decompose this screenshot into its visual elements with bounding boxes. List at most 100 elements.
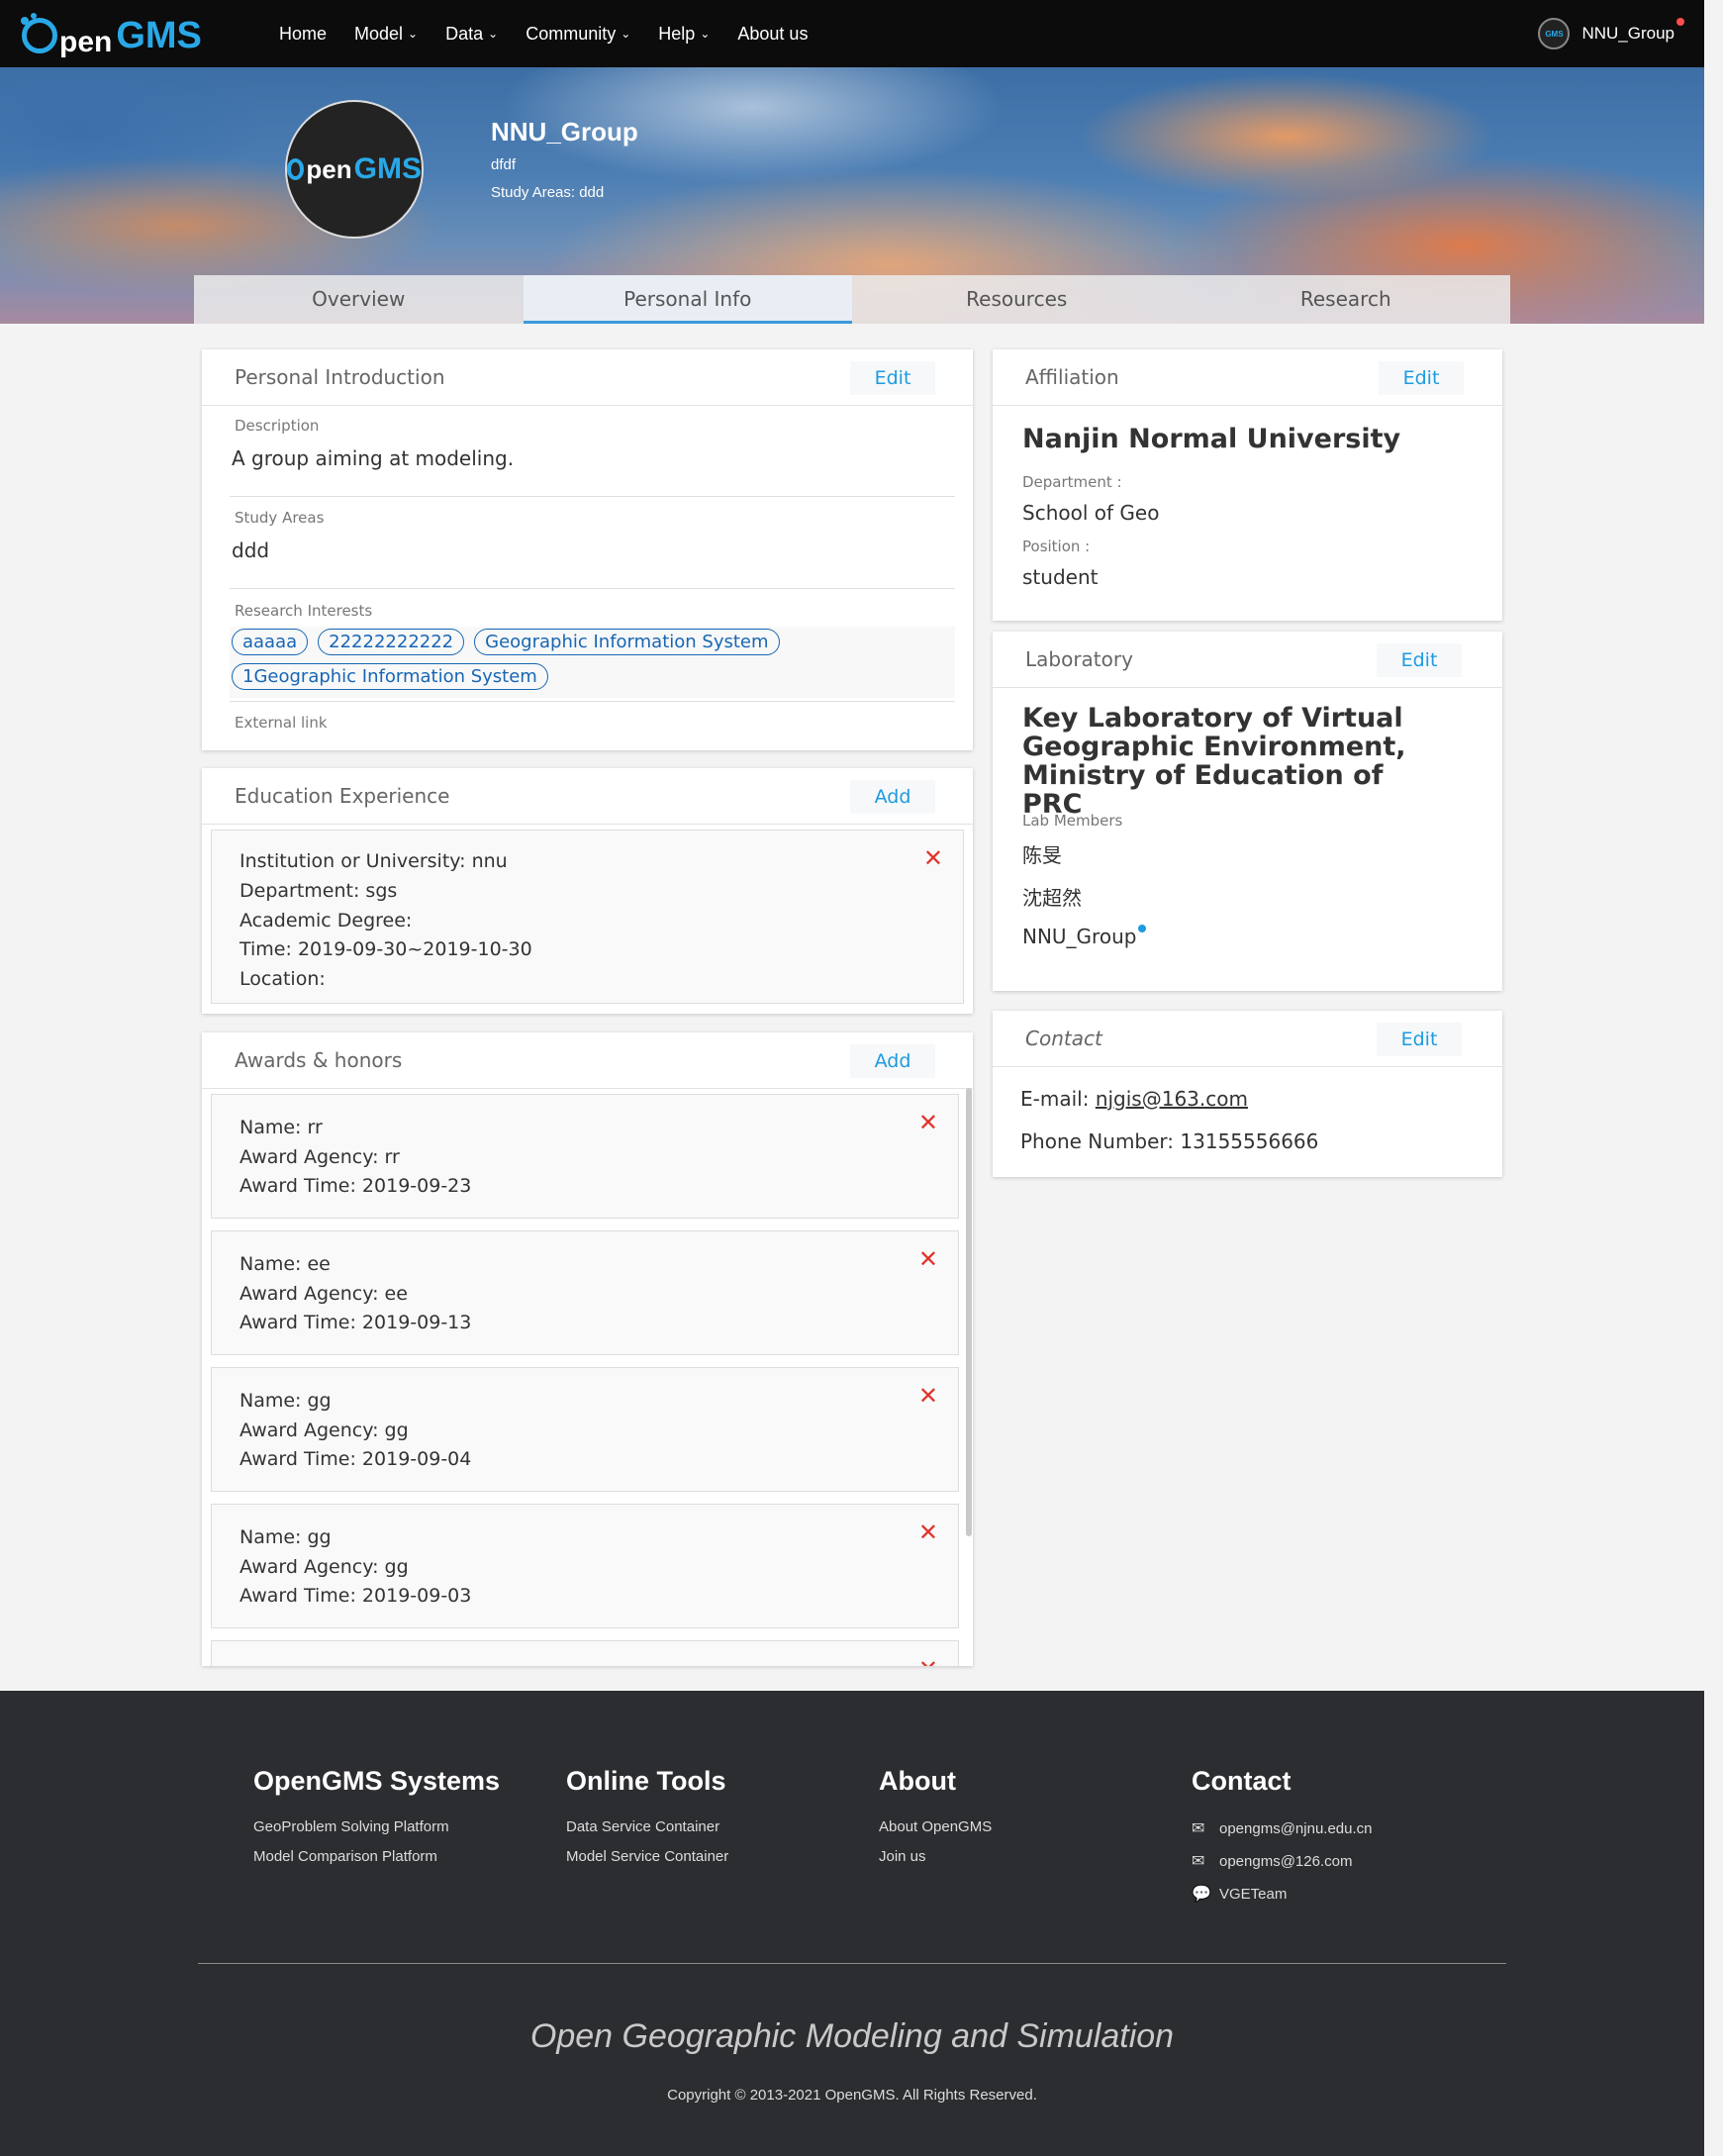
nav-username[interactable]: NNU_Group (1581, 18, 1684, 44)
nav-home-label: Home (279, 23, 328, 44)
add-education-button[interactable]: Add (850, 780, 935, 814)
nav-data[interactable]: Data ⌄ (445, 24, 498, 45)
footer-contact-item[interactable]: 💬 VGETeam (1192, 1884, 1373, 1904)
interest-tag[interactable]: Geographic Information System (474, 629, 780, 655)
interest-tag[interactable]: aaaaa (232, 629, 309, 655)
nav-about-us[interactable]: About us (737, 24, 808, 45)
tab-resources[interactable]: Resources (852, 275, 1182, 324)
award-agency: Award Agency: rr (239, 1146, 400, 1168)
edit-contact-button[interactable]: Edit (1377, 1023, 1462, 1056)
logo-pen-text: pen (59, 26, 113, 58)
external-link-label: External link (235, 714, 328, 732)
card-title: Contact (1025, 1027, 1102, 1050)
card-header: Awards & honors Add (202, 1032, 973, 1089)
email-link[interactable]: njgis@163.com (1096, 1087, 1248, 1111)
award-entry: ✕ Name: rr Award Agency: rr Award Time: … (211, 1094, 959, 1219)
department-text: Department: sgs (239, 880, 398, 902)
interest-tag[interactable]: 1Geographic Information System (232, 663, 548, 690)
card-title: Affiliation (1025, 365, 1119, 389)
card-title: Education Experience (235, 784, 450, 808)
lab-member-current[interactable]: NNU_Group (1022, 925, 1147, 948)
footer-link[interactable]: Model Comparison Platform (253, 1848, 500, 1865)
footer-link[interactable]: GeoProblem Solving Platform (253, 1818, 500, 1835)
degree-text: Academic Degree: (239, 910, 413, 931)
footer-heading: Contact (1192, 1766, 1292, 1796)
tab-personal-info[interactable]: Personal Info (523, 275, 852, 324)
mail-icon: ✉ (1192, 1820, 1205, 1837)
divider (230, 701, 955, 702)
edit-affiliation-button[interactable]: Edit (1379, 361, 1464, 395)
opengms-logo[interactable]: pen GMS (21, 10, 202, 61)
notification-dot-icon (1676, 18, 1684, 26)
footer-col-systems: OpenGMS Systems GeoProblem Solving Platf… (253, 1766, 500, 1878)
position-value: student (1022, 565, 1099, 589)
footer-contact-item[interactable]: ✉ opengms@njnu.edu.cn (1192, 1818, 1373, 1838)
email-label: E-mail: (1020, 1087, 1096, 1111)
award-name: Name: rr (239, 1117, 323, 1138)
nav-help-label: Help (658, 23, 696, 44)
research-interests-label: Research Interests (235, 602, 373, 620)
username-label: NNU_Group (1581, 24, 1675, 43)
footer-link[interactable]: Data Service Container (566, 1818, 728, 1835)
profile-description: dfdf (491, 156, 517, 173)
footer-link[interactable]: About OpenGMS (879, 1818, 992, 1835)
current-user-dot-icon (1138, 925, 1147, 932)
footer-contact-item[interactable]: ✉ opengms@126.com (1192, 1851, 1373, 1871)
footer-heading: OpenGMS Systems (253, 1766, 501, 1796)
lab-member[interactable]: 沈超然 (1022, 882, 1082, 911)
lab-members-label: Lab Members (1022, 812, 1123, 830)
profile-banner: pen GMS NNU_Group dfdf Study Areas: ddd … (0, 67, 1704, 324)
tab-overview[interactable]: Overview (194, 275, 524, 324)
delete-icon[interactable]: ✕ (923, 846, 943, 870)
department-value: School of Geo (1022, 501, 1160, 525)
footer-slogan: Open Geographic Modeling and Simulation (529, 2017, 1175, 2055)
card-header: Affiliation Edit (993, 349, 1502, 406)
card-title: Laboratory (1025, 647, 1133, 671)
interest-tag[interactable]: 22222222222 (318, 629, 465, 655)
award-agency: Award Agency: ee (239, 1283, 408, 1305)
department-label: Department : (1022, 473, 1122, 491)
delete-icon[interactable]: ✕ (918, 1384, 938, 1408)
logo-gms-text: GMS (116, 14, 202, 56)
award-agency: Award Agency: gg (239, 1556, 409, 1578)
add-award-button[interactable]: Add (850, 1044, 935, 1078)
nav-community[interactable]: Community ⌄ (526, 24, 630, 45)
footer-link[interactable]: Join us (879, 1848, 992, 1865)
delete-icon[interactable]: ✕ (918, 1247, 938, 1271)
delete-icon[interactable]: ✕ (918, 1657, 938, 1666)
logo-o-icon (287, 158, 305, 180)
affiliation-card: Affiliation Edit Nanjin Normal Universit… (993, 349, 1502, 621)
research-interests-tags: aaaaa 22222222222 Geographic Information S… (232, 629, 924, 698)
awards-honors-card: Awards & honors Add ✕ Name: rr Award Age… (202, 1032, 973, 1666)
nav-model-label: Model (354, 23, 404, 44)
lab-member[interactable]: 陈旻 (1022, 839, 1062, 868)
avatar[interactable]: GMS (1538, 18, 1571, 49)
award-name: Name: gg (239, 1390, 332, 1412)
footer-contact-text: opengms@njnu.edu.cn (1219, 1819, 1373, 1837)
award-time: Award Time: 2019-09-23 (239, 1175, 472, 1197)
profile-tabs: Overview Personal Info Resources Researc… (194, 275, 1510, 324)
award-name: Name: gg (239, 1526, 332, 1548)
footer-col-contact: Contact ✉ opengms@njnu.edu.cn ✉ opengms@12… (1192, 1766, 1373, 1916)
divider (230, 496, 955, 497)
awards-scrollbar[interactable] (966, 1088, 972, 1536)
footer-col-about: About About OpenGMS Join us (879, 1766, 992, 1878)
footer-link[interactable]: Model Service Container (566, 1848, 728, 1865)
tab-research[interactable]: Research (1182, 275, 1511, 324)
card-header: Contact Edit (993, 1011, 1502, 1067)
lab-member-name: NNU_Group (1022, 925, 1137, 948)
delete-icon[interactable]: ✕ (918, 1111, 938, 1134)
nav-home[interactable]: Home (279, 24, 327, 45)
institution-text: Institution or University: nnu (239, 850, 508, 872)
top-navbar: pen GMS Home Model ⌄ Data ⌄ Community ⌄ Hel… (0, 0, 1704, 67)
nav-model[interactable]: Model ⌄ (354, 24, 418, 45)
delete-icon[interactable]: ✕ (918, 1520, 938, 1544)
institution-name: Nanjin Normal University (1022, 424, 1401, 454)
nav-community-label: Community (526, 23, 617, 44)
user-menu[interactable]: GMS NNU_Group (1538, 0, 1684, 67)
nav-help[interactable]: Help ⌄ (658, 24, 710, 45)
chevron-down-icon: ⌄ (408, 27, 419, 41)
edit-laboratory-button[interactable]: Edit (1377, 643, 1462, 677)
location-text: Location: (239, 968, 326, 990)
edit-intro-button[interactable]: Edit (850, 361, 935, 395)
